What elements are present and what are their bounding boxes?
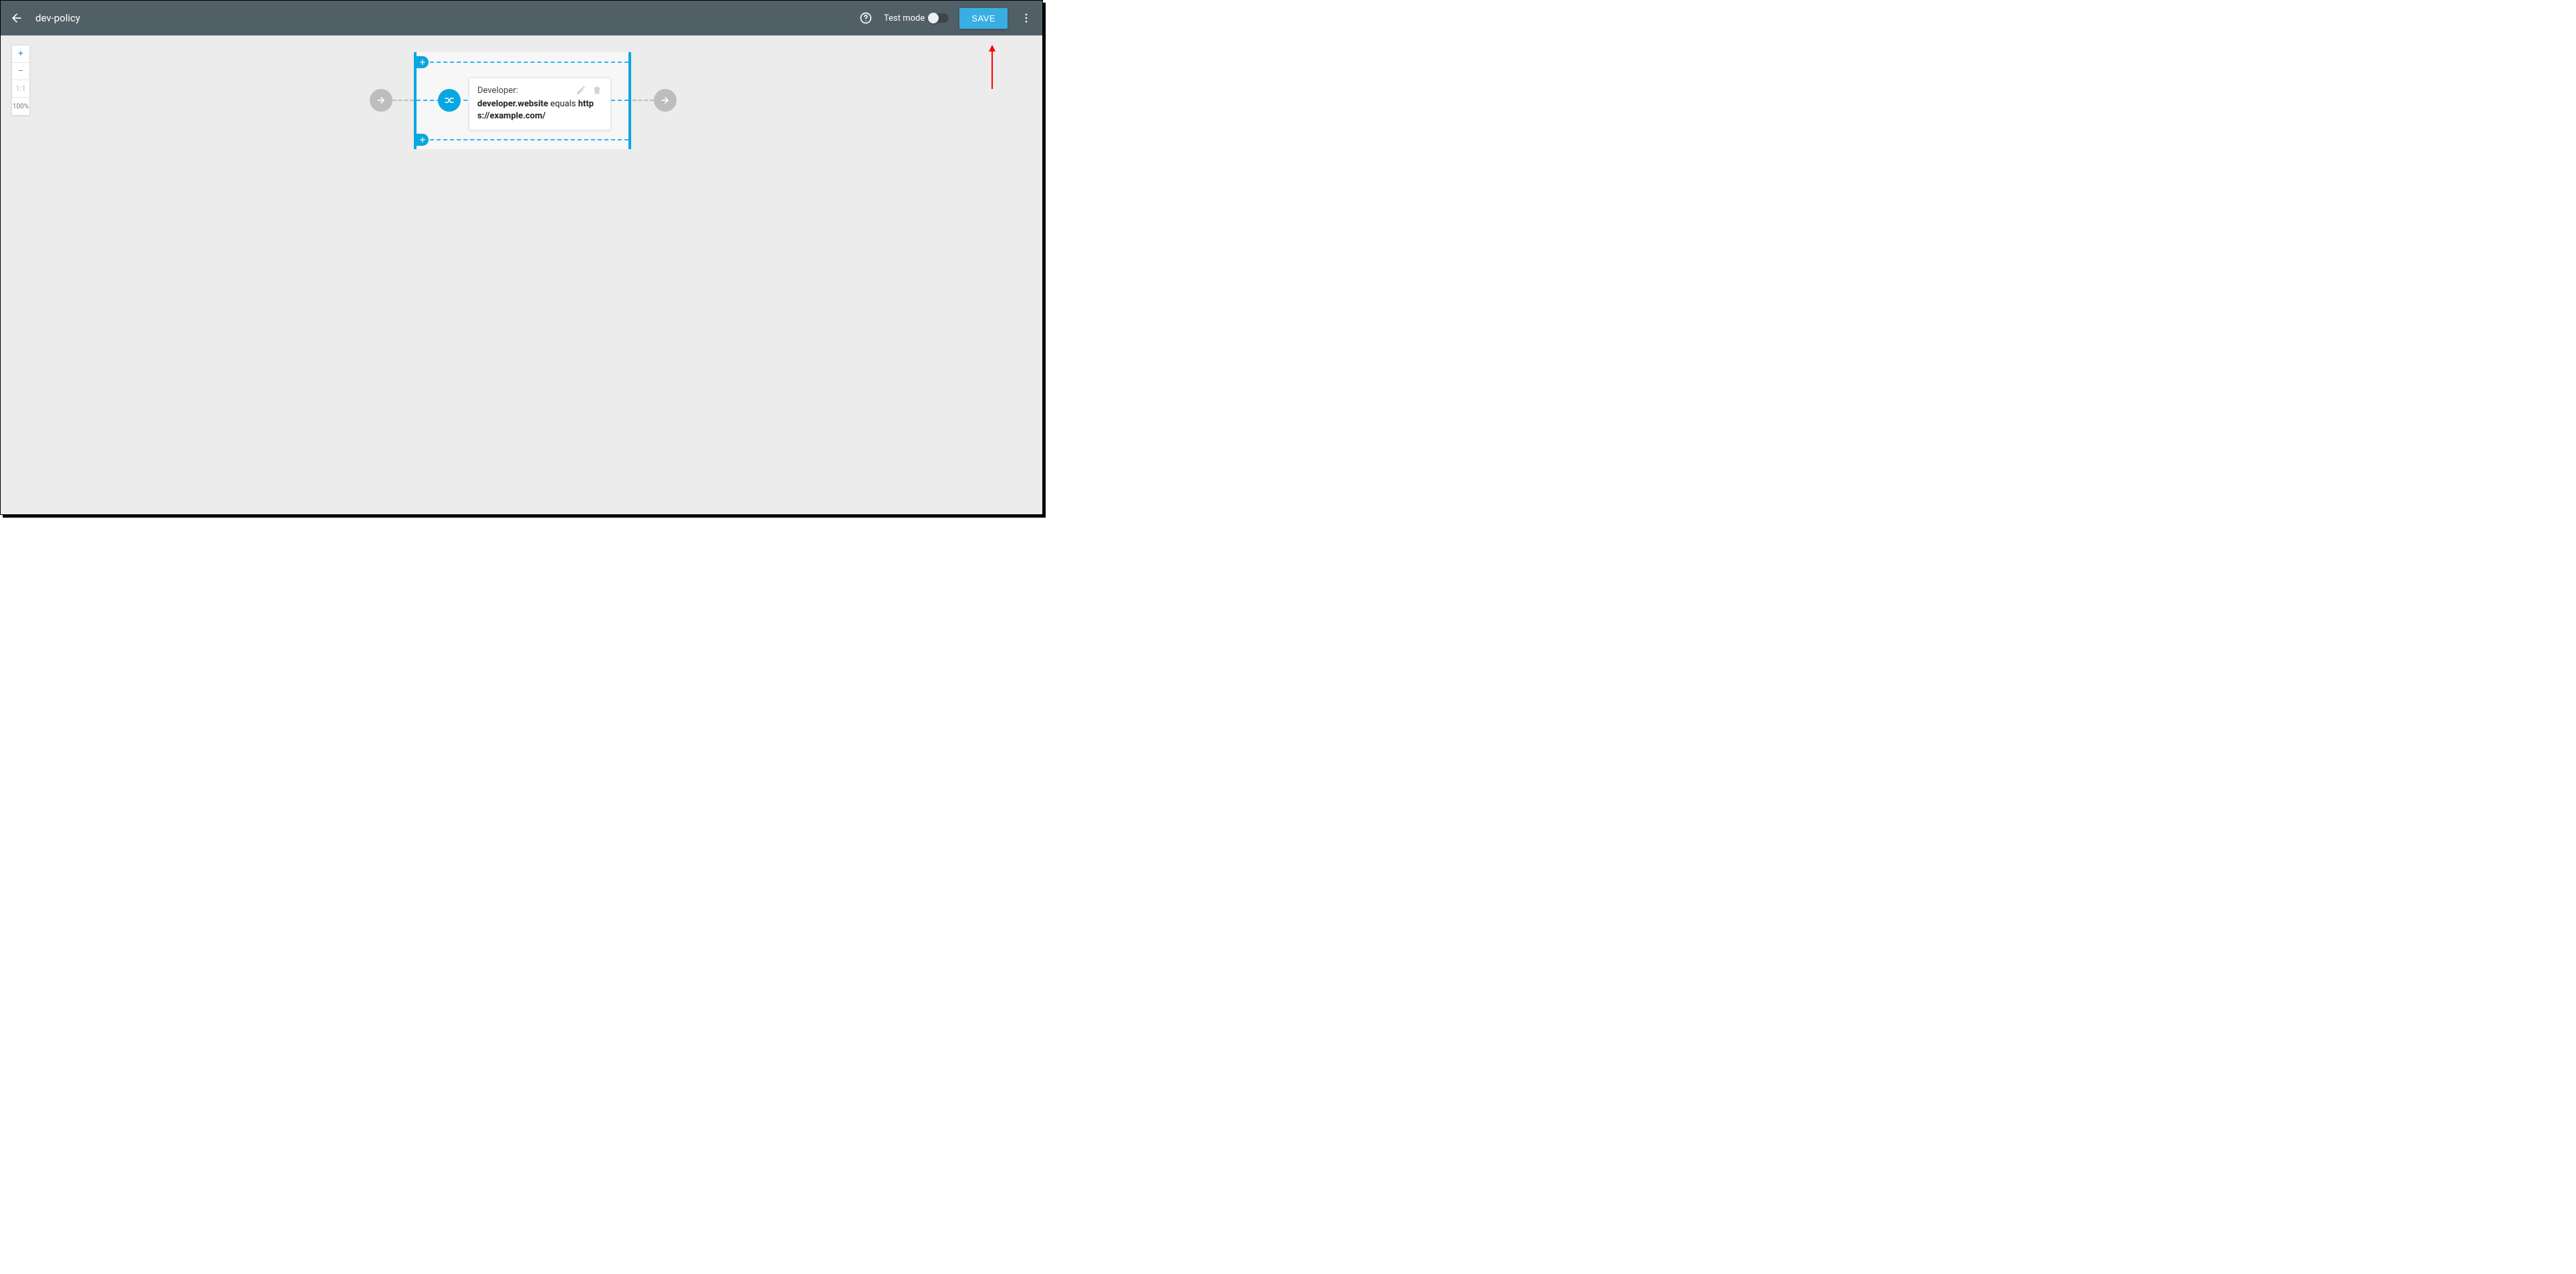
annotation-arrow <box>991 50 993 89</box>
plus-icon <box>419 136 426 143</box>
header-bar: dev-policy Test mode SAVE <box>1 1 1042 35</box>
arrow-right-icon <box>660 95 671 106</box>
block-lane-top <box>417 62 628 63</box>
arrow-right-icon <box>376 95 386 106</box>
test-mode-label: Test mode <box>884 13 925 23</box>
connector-in <box>392 100 414 101</box>
more-menu-button[interactable] <box>1018 10 1034 26</box>
flow-end-node[interactable] <box>654 89 677 112</box>
back-button[interactable] <box>9 10 25 26</box>
condition-operator: equals <box>550 99 576 109</box>
delete-condition-button[interactable] <box>592 85 602 96</box>
condition-title: Developer: <box>477 86 518 96</box>
zoom-reset-button[interactable]: 1:1 <box>12 80 29 98</box>
add-condition-bottom-button[interactable] <box>417 134 429 146</box>
toggle-knob <box>928 13 939 23</box>
zoom-panel: + − 1:1 100% <box>11 45 30 116</box>
more-vert-icon <box>1020 12 1032 24</box>
page-title: dev-policy <box>35 12 80 24</box>
condition-expression: developer.website equals https://example… <box>477 98 602 122</box>
condition-block: Developer: developer.website equals http… <box>414 52 631 149</box>
help-icon <box>859 11 872 25</box>
branch-icon <box>443 94 455 106</box>
flow-start-node[interactable] <box>370 89 392 112</box>
condition-card[interactable]: Developer: developer.website equals http… <box>469 78 611 130</box>
connector-out <box>632 100 654 101</box>
block-border-right <box>628 52 631 149</box>
condition-field: developer.website <box>477 99 548 109</box>
save-button[interactable]: SAVE <box>959 8 1008 29</box>
flow-canvas[interactable]: Developer: developer.website equals http… <box>1 35 1042 514</box>
edit-condition-button[interactable] <box>576 85 586 96</box>
block-lane-bot <box>417 139 628 140</box>
trash-icon <box>592 85 602 96</box>
test-mode-toggle[interactable] <box>929 13 949 23</box>
help-button[interactable] <box>858 11 873 25</box>
zoom-percent-display: 100% <box>12 98 29 115</box>
pencil-icon <box>576 85 586 96</box>
app-window: dev-policy Test mode SAVE <box>0 0 1043 515</box>
arrow-left-icon <box>10 11 23 25</box>
add-condition-top-button[interactable] <box>417 56 429 68</box>
test-mode-control: Test mode <box>884 13 949 23</box>
plus-icon <box>419 59 426 66</box>
zoom-in-button[interactable]: + <box>12 45 29 63</box>
condition-node-icon[interactable] <box>438 89 461 112</box>
zoom-out-button[interactable]: − <box>12 63 29 80</box>
